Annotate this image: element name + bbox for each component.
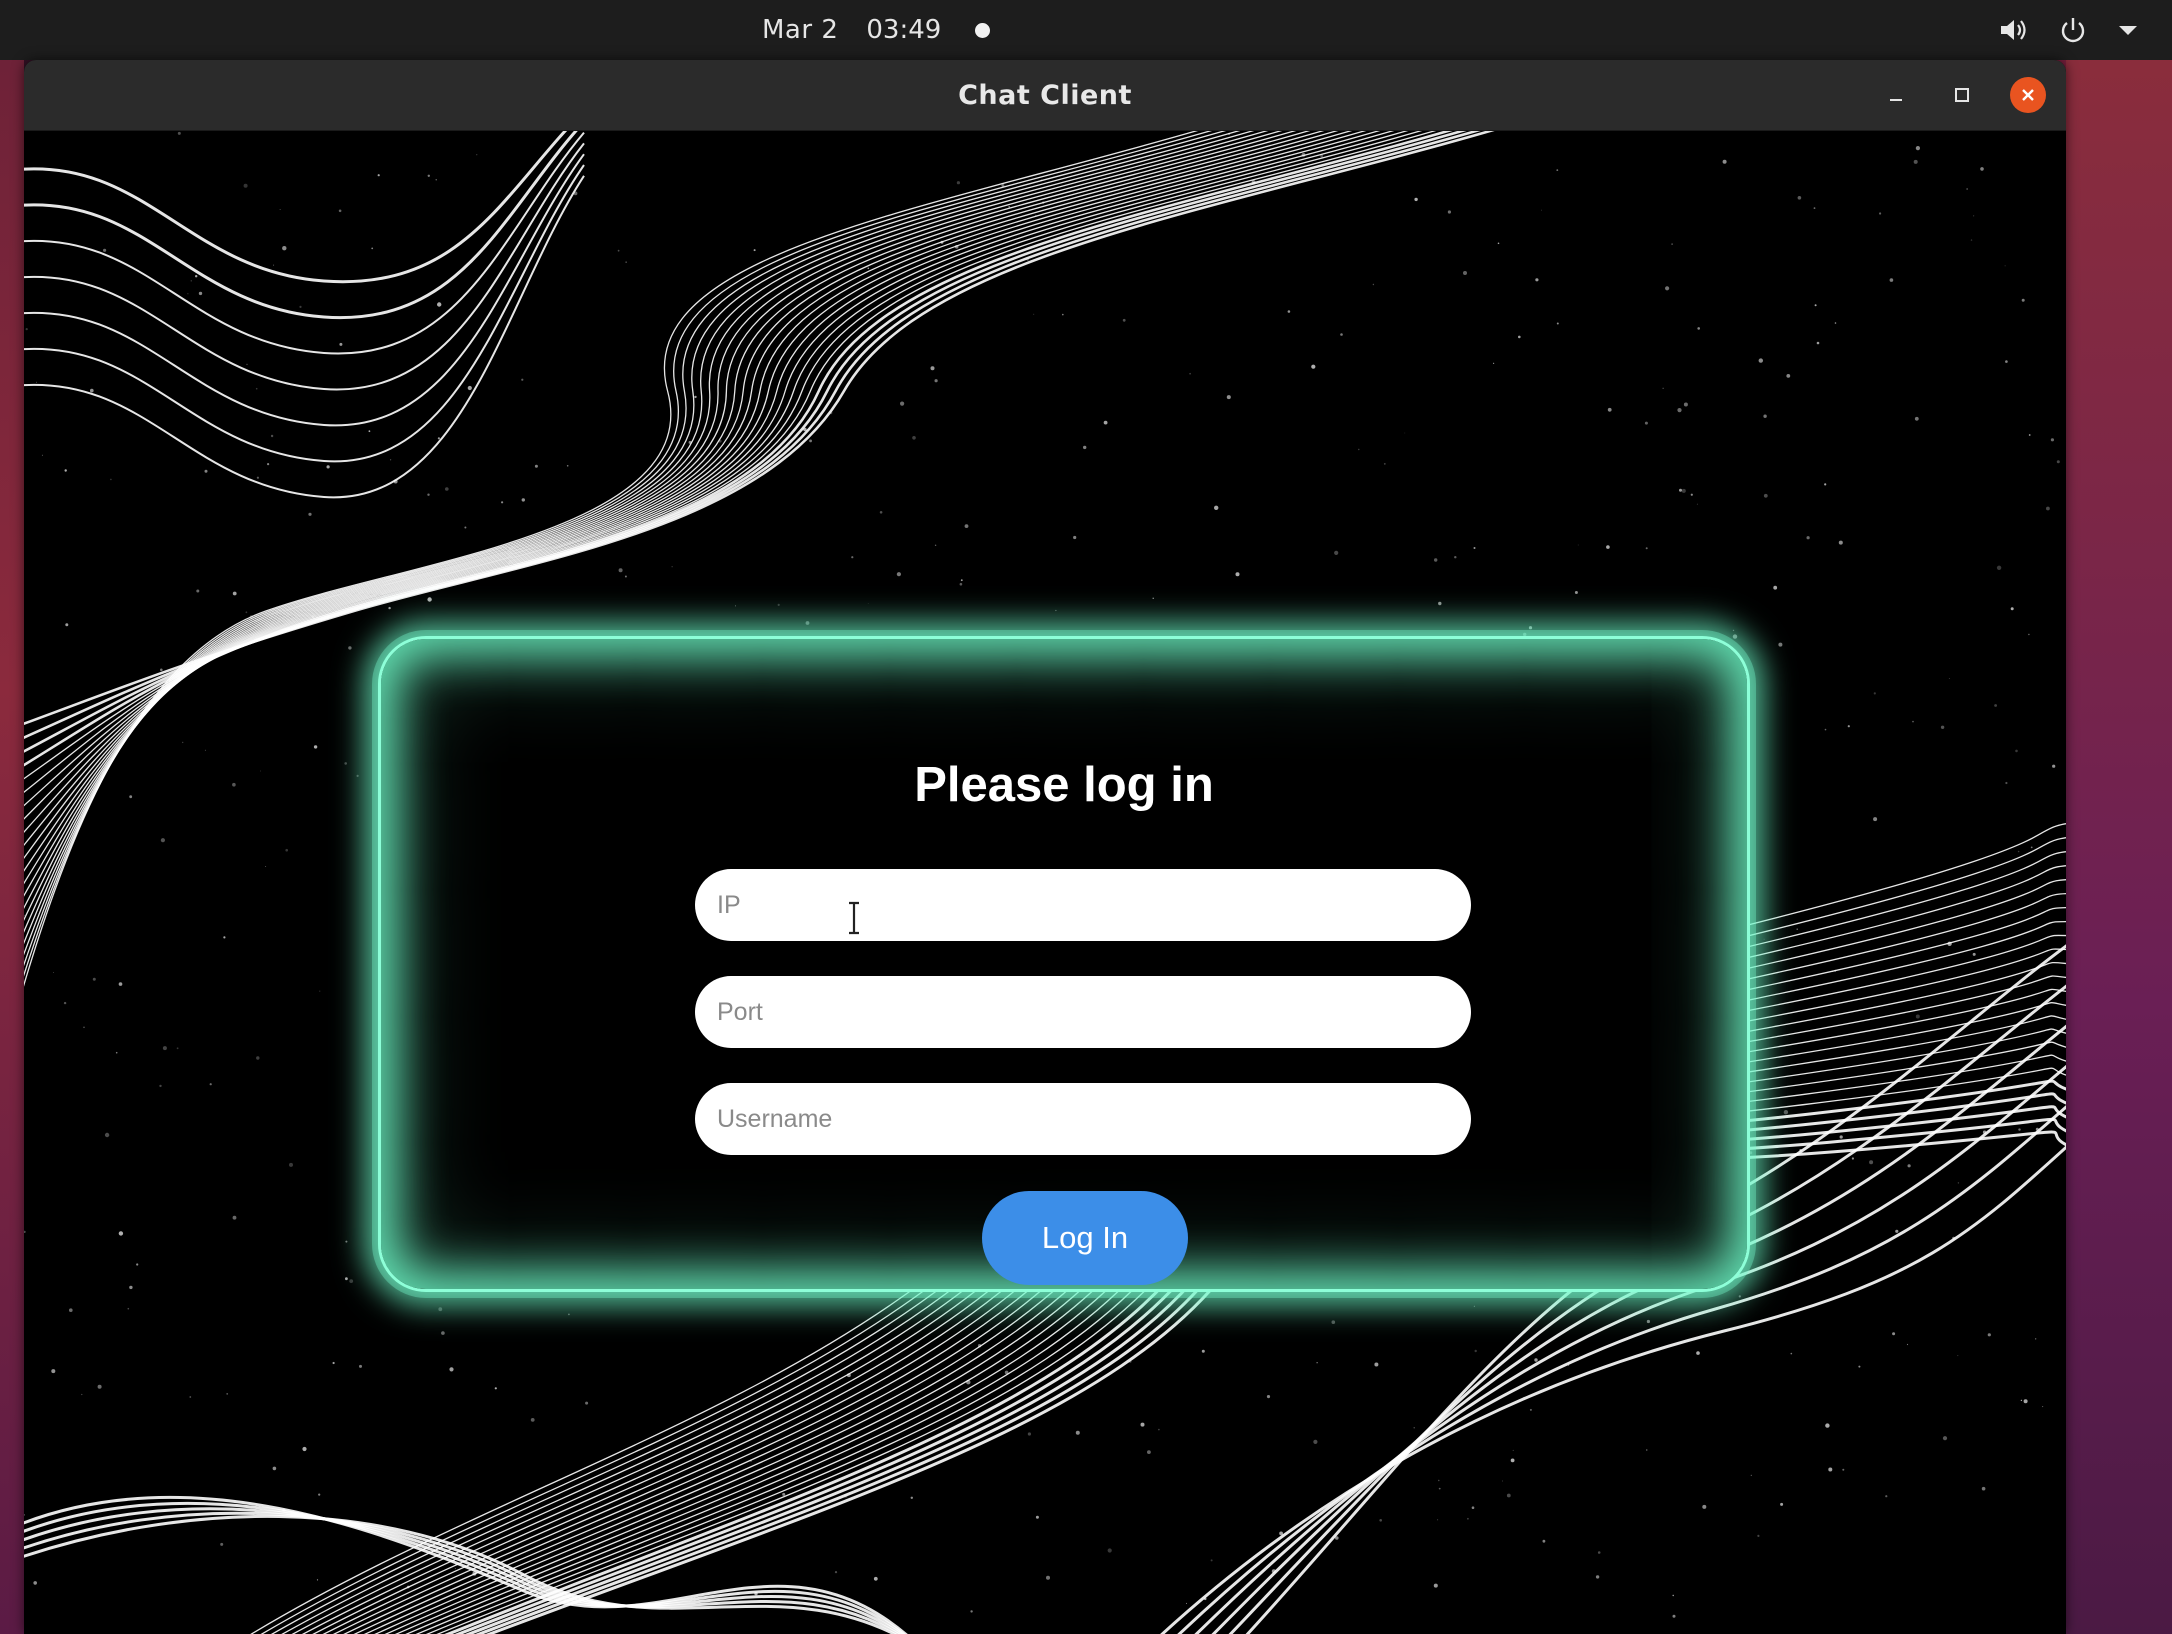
top-bar: Mar 2 03:49 xyxy=(0,0,2172,60)
username-input[interactable] xyxy=(695,1083,1471,1155)
login-card: Please log in Log In xyxy=(378,636,1750,1292)
contour-band xyxy=(24,131,585,499)
clock-time: 03:49 xyxy=(866,15,942,45)
desktop-wallpaper-left xyxy=(0,60,24,1634)
window-title: Chat Client xyxy=(958,79,1132,111)
ip-input[interactable] xyxy=(695,869,1471,941)
maximize-button[interactable] xyxy=(1942,75,1982,115)
login-button[interactable]: Log In xyxy=(982,1191,1188,1285)
power-icon[interactable] xyxy=(2058,15,2088,45)
close-icon xyxy=(2022,89,2034,101)
port-input[interactable] xyxy=(695,976,1471,1048)
system-tray[interactable] xyxy=(1998,0,2138,60)
close-button[interactable] xyxy=(2010,77,2046,113)
app-window: Chat Client Please log in Log In xyxy=(24,60,2066,1634)
login-heading: Please log in xyxy=(914,758,1214,812)
notification-dot-icon xyxy=(975,22,991,38)
text-cursor-icon xyxy=(849,901,859,935)
clock[interactable]: Mar 2 03:49 xyxy=(762,0,991,60)
clock-date: Mar 2 xyxy=(762,15,839,45)
window-titlebar[interactable]: Chat Client xyxy=(24,60,2066,131)
maximize-icon xyxy=(1955,88,1969,102)
minimize-button[interactable] xyxy=(1876,75,1916,115)
app-content: Please log in Log In xyxy=(24,131,2066,1634)
minimize-icon xyxy=(1890,99,1902,101)
volume-icon[interactable] xyxy=(1998,16,2028,44)
desktop-wallpaper-right xyxy=(2066,60,2172,1634)
chevron-down-icon[interactable] xyxy=(2118,23,2138,37)
